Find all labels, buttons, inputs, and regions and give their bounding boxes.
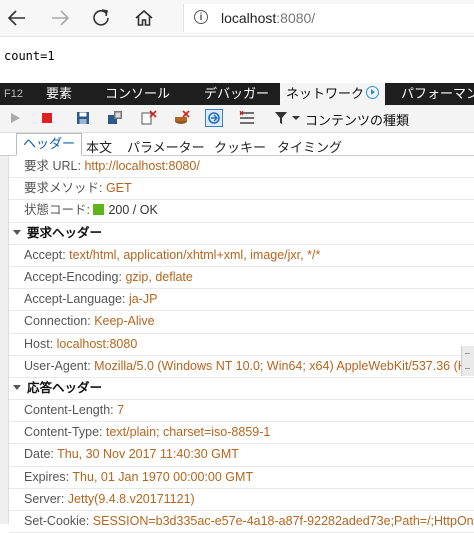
tab-performance[interactable]: パフォーマンス <box>401 83 474 105</box>
clear-entries-icon[interactable] <box>140 109 158 127</box>
general-row: 要求メソッド: GET <box>9 178 474 201</box>
response-header-row: Date: Thu, 30 Nov 2017 11:40:30 GMT <box>9 444 474 467</box>
header-key: 状態コード: <box>24 203 94 218</box>
address-url[interactable]: localhost:8080/ <box>221 10 315 26</box>
header-value: ja-JP <box>128 292 158 307</box>
request-header-row: Connection: Keep-Alive <box>9 311 474 334</box>
back-icon[interactable] <box>6 7 28 29</box>
header-value: localhost:8080 <box>56 336 138 351</box>
request-header-row: Accept-Encoding: gzip, deflate <box>9 267 474 290</box>
section-title: 要求ヘッダー <box>27 225 103 240</box>
tab-timing[interactable]: タイミング <box>277 137 342 156</box>
header-value: SESSION=b3d335ac-e57e-4a18-a87f-92282ade… <box>92 514 474 528</box>
header-value: 7 <box>117 403 125 418</box>
general-row: 要求 URL: http://localhost:8080/ <box>9 156 474 179</box>
content-type-filter[interactable]: コンテンツの種類 <box>305 110 409 129</box>
header-value: Thu, 01 Jan 1970 00:00:00 GMT <box>72 469 254 484</box>
tab-console[interactable]: コンソール <box>105 83 170 105</box>
response-header-row: Expires: Thu, 01 Jan 1970 00:00:00 GMT <box>9 467 474 489</box>
details-pane-splitter[interactable]: > <box>0 134 9 524</box>
header-value: text/html, application/xhtml+xml, image/… <box>69 247 321 262</box>
home-icon[interactable] <box>133 7 155 29</box>
details-list-icon[interactable] <box>238 109 256 127</box>
address-bar[interactable]: i localhost:8080/ <box>183 4 474 32</box>
response-header-row: Set-Cookie: SESSION=b3d335ac-e57e-4a18-a… <box>9 511 474 533</box>
url-host: localhost <box>221 10 277 26</box>
general-row: 状態コード: 200 / OK <box>9 200 474 223</box>
header-value: Jetty(9.4.8.v20171121) <box>67 491 195 506</box>
header-key: 要求 URL: <box>24 159 85 173</box>
header-key: Host: <box>24 336 57 351</box>
header-value: 200 / OK <box>108 203 158 218</box>
expand-triangle-icon <box>13 229 21 235</box>
scrollbar-thumb[interactable] <box>461 346 474 376</box>
save-icon[interactable] <box>74 109 92 127</box>
refresh-icon[interactable] <box>90 7 112 29</box>
forward-icon[interactable] <box>49 7 71 29</box>
header-key: Accept: <box>24 247 70 262</box>
header-value: text/plain; charset=iso-8859-1 <box>106 425 271 440</box>
devtools-tab-bar: F12 要素 コンソール デバッガー ネットワーク パフォーマンス <box>0 83 474 105</box>
response-header-row: Content-Type: text/plain; charset=iso-88… <box>9 422 474 445</box>
header-value: gzip, deflate <box>125 269 193 284</box>
tab-network-label: ネットワーク <box>286 86 365 101</box>
tab-headers[interactable]: ヘッダー <box>16 133 83 156</box>
filter-icon[interactable] <box>272 109 302 127</box>
request-header-row: Host: localhost:8080 <box>9 334 474 356</box>
expand-triangle-icon <box>13 384 21 390</box>
response-header-row: Server: Jetty(9.4.8.v20171121) <box>9 489 474 511</box>
play-icon[interactable] <box>6 109 24 127</box>
browser-toolbar: i localhost:8080/ <box>0 0 474 37</box>
header-value: GET <box>105 181 132 196</box>
header-key: Expires: <box>24 469 73 484</box>
recording-icon <box>366 86 380 99</box>
tab-network[interactable]: ネットワーク <box>280 83 386 105</box>
request-header-row: User-Agent: Mozilla/5.0 (Windows NT 10.0… <box>9 356 474 378</box>
tab-cookies[interactable]: クッキー <box>214 137 266 156</box>
header-value: Mozilla/5.0 (Windows NT 10.0; Win64; x64… <box>94 358 474 373</box>
request-headers-section[interactable]: 要求ヘッダー <box>9 223 474 245</box>
page-content: count=1 <box>0 37 474 79</box>
tab-parameters[interactable]: パラメーター <box>127 137 205 156</box>
clear-cache-icon[interactable] <box>173 109 191 127</box>
f12-label: F12 <box>4 88 23 100</box>
header-key: Content-Type: <box>24 425 106 440</box>
request-header-row: Accept: text/html, application/xhtml+xml… <box>9 245 474 267</box>
url-port: :8080/ <box>276 10 316 26</box>
header-key: User-Agent: <box>24 358 95 373</box>
detail-tab-bar: ヘッダー 本文 パラメーター クッキー タイミング <box>0 133 474 156</box>
header-key: Connection: <box>24 314 95 329</box>
page-output: count=1 <box>4 49 55 63</box>
stop-icon[interactable] <box>38 109 56 127</box>
headers-panel: 要求 URL: http://localhost:8080/ 要求メソッド: G… <box>9 156 474 533</box>
header-value: http://localhost:8080/ <box>84 159 200 173</box>
import-icon[interactable] <box>106 109 124 127</box>
header-key: Accept-Encoding: <box>24 269 126 284</box>
tab-debugger[interactable]: デバッガー <box>204 83 269 105</box>
tab-body[interactable]: 本文 <box>86 137 112 156</box>
header-key: Accept-Language: <box>24 292 129 307</box>
status-ok-icon <box>93 204 105 216</box>
response-headers-section[interactable]: 応答ヘッダー <box>9 378 474 401</box>
header-key: Set-Cookie: <box>24 514 93 528</box>
tab-elements[interactable]: 要素 <box>46 83 72 105</box>
header-value: Thu, 30 Nov 2017 11:40:30 GMT <box>57 447 239 462</box>
header-key: 要求メソッド: <box>24 181 106 196</box>
grip-icon <box>465 353 470 369</box>
section-title: 応答ヘッダー <box>27 380 103 395</box>
request-header-row: Accept-Language: ja-JP <box>9 289 474 312</box>
header-value: Keep-Alive <box>94 314 155 329</box>
header-key: Date: <box>24 447 58 462</box>
response-header-row: Content-Length: 7 <box>9 400 474 423</box>
always-refresh-icon[interactable] <box>205 109 223 127</box>
network-toolbar: コンテンツの種類 <box>0 105 474 133</box>
header-key: Server: <box>24 491 68 506</box>
header-key: Content-Length: <box>24 403 118 418</box>
info-icon[interactable]: i <box>194 10 208 24</box>
